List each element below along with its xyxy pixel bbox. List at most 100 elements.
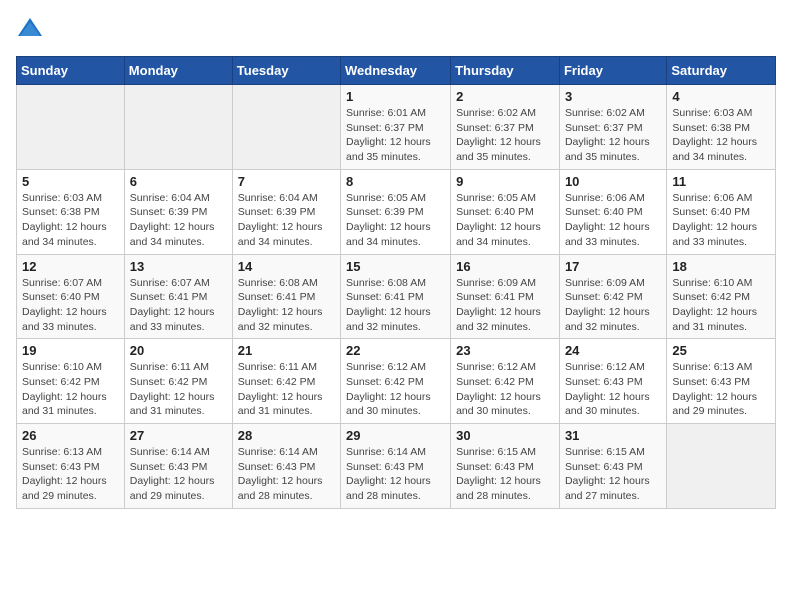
logo: [16, 16, 48, 44]
day-number: 23: [456, 343, 554, 358]
day-info: Sunrise: 6:12 AMSunset: 6:42 PMDaylight:…: [346, 360, 445, 419]
day-number: 13: [130, 259, 227, 274]
day-number: 8: [346, 174, 445, 189]
day-info: Sunrise: 6:08 AMSunset: 6:41 PMDaylight:…: [346, 276, 445, 335]
table-cell: 27 Sunrise: 6:14 AMSunset: 6:43 PMDayligh…: [124, 424, 232, 509]
table-cell: 2 Sunrise: 6:02 AMSunset: 6:37 PMDaylight…: [451, 85, 560, 170]
day-number: 17: [565, 259, 661, 274]
day-number: 2: [456, 89, 554, 104]
week-row-3: 12Sunrise: 6:07 AMSunset: 6:40 PMDayligh…: [17, 254, 776, 339]
header-friday: Friday: [559, 57, 666, 85]
day-info: Sunrise: 6:02 AMSunset: 6:37 PMDaylight:…: [565, 106, 661, 165]
table-cell: [232, 85, 340, 170]
table-cell: 1 Sunrise: 6:01 AMSunset: 6:37 PMDaylight…: [341, 85, 451, 170]
header-saturday: Saturday: [667, 57, 776, 85]
table-cell: 20 Sunrise: 6:11 AMSunset: 6:42 PMDayligh…: [124, 339, 232, 424]
table-cell: 8 Sunrise: 6:05 AMSunset: 6:39 PMDaylight…: [341, 169, 451, 254]
day-number: 4: [672, 89, 770, 104]
calendar-table: SundayMondayTuesdayWednesdayThursdayFrid…: [16, 56, 776, 509]
table-cell: 6 Sunrise: 6:04 AMSunset: 6:39 PMDaylight…: [124, 169, 232, 254]
day-info: Sunrise: 6:04 AMSunset: 6:39 PMDaylight:…: [238, 191, 335, 250]
week-row-5: 26 Sunrise: 6:13 AMSunset: 6:43 PMDayligh…: [17, 424, 776, 509]
day-number: 10: [565, 174, 661, 189]
day-info: Sunrise: 6:14 AMSunset: 6:43 PMDaylight:…: [238, 445, 335, 504]
day-number: 30: [456, 428, 554, 443]
day-info: Sunrise: 6:05 AMSunset: 6:40 PMDaylight:…: [456, 191, 554, 250]
day-info: Sunrise: 6:07 AMSunset: 6:41 PMDaylight:…: [130, 276, 227, 335]
table-cell: 4 Sunrise: 6:03 AMSunset: 6:38 PMDaylight…: [667, 85, 776, 170]
day-number: 1: [346, 89, 445, 104]
day-number: 21: [238, 343, 335, 358]
day-number: 26: [22, 428, 119, 443]
day-info: Sunrise: 6:04 AMSunset: 6:39 PMDaylight:…: [130, 191, 227, 250]
table-cell: 10 Sunrise: 6:06 AMSunset: 6:40 PMDayligh…: [559, 169, 666, 254]
header-row: SundayMondayTuesdayWednesdayThursdayFrid…: [17, 57, 776, 85]
table-cell: 29Sunrise: 6:14 AMSunset: 6:43 PMDayligh…: [341, 424, 451, 509]
table-cell: 25 Sunrise: 6:13 AMSunset: 6:43 PMDayligh…: [667, 339, 776, 424]
header-tuesday: Tuesday: [232, 57, 340, 85]
day-number: 22: [346, 343, 445, 358]
day-info: Sunrise: 6:01 AMSunset: 6:37 PMDaylight:…: [346, 106, 445, 165]
day-number: 16: [456, 259, 554, 274]
table-cell: 7 Sunrise: 6:04 AMSunset: 6:39 PMDaylight…: [232, 169, 340, 254]
day-info: Sunrise: 6:06 AMSunset: 6:40 PMDaylight:…: [565, 191, 661, 250]
day-info: Sunrise: 6:15 AMSunset: 6:43 PMDaylight:…: [565, 445, 661, 504]
table-cell: 31Sunrise: 6:15 AMSunset: 6:43 PMDayligh…: [559, 424, 666, 509]
day-number: 5: [22, 174, 119, 189]
day-number: 6: [130, 174, 227, 189]
day-info: Sunrise: 6:12 AMSunset: 6:42 PMDaylight:…: [456, 360, 554, 419]
day-info: Sunrise: 6:05 AMSunset: 6:39 PMDaylight:…: [346, 191, 445, 250]
day-number: 19: [22, 343, 119, 358]
day-number: 9: [456, 174, 554, 189]
day-info: Sunrise: 6:11 AMSunset: 6:42 PMDaylight:…: [238, 360, 335, 419]
table-cell: [124, 85, 232, 170]
logo-icon: [16, 16, 44, 44]
day-number: 20: [130, 343, 227, 358]
day-number: 15: [346, 259, 445, 274]
header-sunday: Sunday: [17, 57, 125, 85]
table-cell: 16 Sunrise: 6:09 AMSunset: 6:41 PMDayligh…: [451, 254, 560, 339]
day-number: 29: [346, 428, 445, 443]
table-cell: 28Sunrise: 6:14 AMSunset: 6:43 PMDayligh…: [232, 424, 340, 509]
day-info: Sunrise: 6:09 AMSunset: 6:41 PMDaylight:…: [456, 276, 554, 335]
day-info: Sunrise: 6:13 AMSunset: 6:43 PMDaylight:…: [22, 445, 119, 504]
header-monday: Monday: [124, 57, 232, 85]
day-number: 7: [238, 174, 335, 189]
table-cell: 23 Sunrise: 6:12 AMSunset: 6:42 PMDayligh…: [451, 339, 560, 424]
table-cell: 18Sunrise: 6:10 AMSunset: 6:42 PMDayligh…: [667, 254, 776, 339]
week-row-4: 19 Sunrise: 6:10 AMSunset: 6:42 PMDayligh…: [17, 339, 776, 424]
day-number: 14: [238, 259, 335, 274]
day-info: Sunrise: 6:12 AMSunset: 6:43 PMDaylight:…: [565, 360, 661, 419]
day-info: Sunrise: 6:07 AMSunset: 6:40 PMDaylight:…: [22, 276, 119, 335]
table-cell: 17Sunrise: 6:09 AMSunset: 6:42 PMDayligh…: [559, 254, 666, 339]
day-number: 24: [565, 343, 661, 358]
week-row-1: 1 Sunrise: 6:01 AMSunset: 6:37 PMDaylight…: [17, 85, 776, 170]
week-row-2: 5 Sunrise: 6:03 AMSunset: 6:38 PMDaylight…: [17, 169, 776, 254]
table-cell: 19 Sunrise: 6:10 AMSunset: 6:42 PMDayligh…: [17, 339, 125, 424]
day-info: Sunrise: 6:03 AMSunset: 6:38 PMDaylight:…: [22, 191, 119, 250]
day-number: 27: [130, 428, 227, 443]
day-info: Sunrise: 6:06 AMSunset: 6:40 PMDaylight:…: [672, 191, 770, 250]
day-info: Sunrise: 6:13 AMSunset: 6:43 PMDaylight:…: [672, 360, 770, 419]
day-info: Sunrise: 6:15 AMSunset: 6:43 PMDaylight:…: [456, 445, 554, 504]
day-number: 3: [565, 89, 661, 104]
day-info: Sunrise: 6:10 AMSunset: 6:42 PMDaylight:…: [22, 360, 119, 419]
day-info: Sunrise: 6:14 AMSunset: 6:43 PMDaylight:…: [130, 445, 227, 504]
table-cell: 26 Sunrise: 6:13 AMSunset: 6:43 PMDayligh…: [17, 424, 125, 509]
table-cell: [17, 85, 125, 170]
table-cell: 22 Sunrise: 6:12 AMSunset: 6:42 PMDayligh…: [341, 339, 451, 424]
table-cell: [667, 424, 776, 509]
table-cell: 14Sunrise: 6:08 AMSunset: 6:41 PMDayligh…: [232, 254, 340, 339]
day-number: 11: [672, 174, 770, 189]
table-cell: 9 Sunrise: 6:05 AMSunset: 6:40 PMDaylight…: [451, 169, 560, 254]
table-cell: 11 Sunrise: 6:06 AMSunset: 6:40 PMDayligh…: [667, 169, 776, 254]
header-thursday: Thursday: [451, 57, 560, 85]
table-cell: 13 Sunrise: 6:07 AMSunset: 6:41 PMDayligh…: [124, 254, 232, 339]
page-header: [16, 16, 776, 44]
day-info: Sunrise: 6:02 AMSunset: 6:37 PMDaylight:…: [456, 106, 554, 165]
day-number: 25: [672, 343, 770, 358]
day-info: Sunrise: 6:11 AMSunset: 6:42 PMDaylight:…: [130, 360, 227, 419]
day-info: Sunrise: 6:10 AMSunset: 6:42 PMDaylight:…: [672, 276, 770, 335]
day-info: Sunrise: 6:03 AMSunset: 6:38 PMDaylight:…: [672, 106, 770, 165]
table-cell: 15 Sunrise: 6:08 AMSunset: 6:41 PMDayligh…: [341, 254, 451, 339]
